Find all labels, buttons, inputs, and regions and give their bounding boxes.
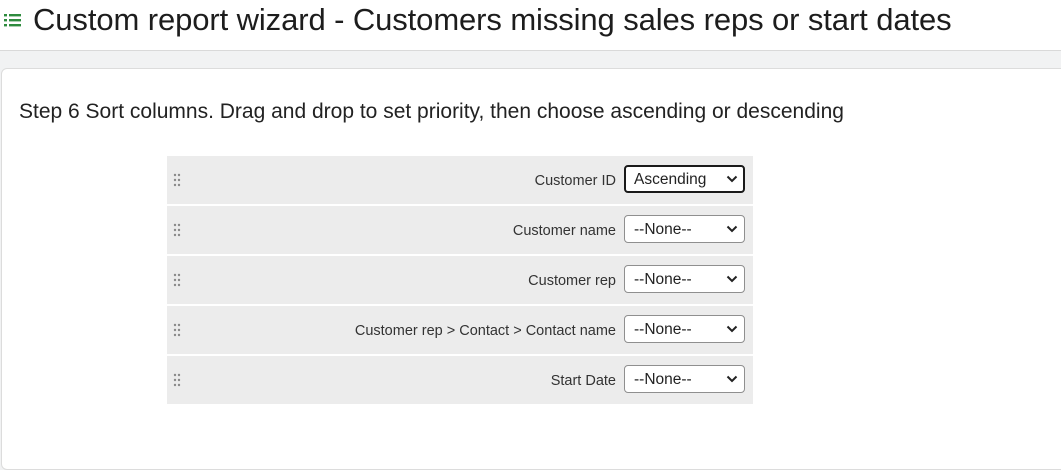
sort-direction-select[interactable]: --None-- — [624, 215, 745, 243]
sort-direction-select[interactable]: --None-- — [624, 365, 745, 393]
chevron-down-icon — [726, 175, 738, 183]
sort-row-label: Customer ID — [534, 173, 616, 189]
select-value: --None-- — [634, 321, 692, 338]
list-icon — [4, 14, 21, 27]
sort-row-start-date[interactable]: Start Date --None-- — [167, 356, 753, 404]
sort-row-customer-name[interactable]: Customer name --None-- — [167, 206, 753, 254]
sort-direction-select[interactable]: Ascending — [624, 165, 745, 193]
chevron-down-icon — [726, 325, 738, 333]
select-value: --None-- — [634, 371, 692, 388]
sort-row-contact-name[interactable]: Customer rep > Contact > Contact name --… — [167, 306, 753, 354]
page-title: Custom report wizard - Customers missing… — [33, 2, 952, 37]
drag-handle-icon[interactable] — [173, 373, 181, 387]
select-value: --None-- — [634, 221, 692, 238]
drag-handle-icon[interactable] — [173, 323, 181, 337]
sort-row-label: Customer rep > Contact > Contact name — [354, 323, 616, 339]
select-value: --None-- — [634, 271, 692, 288]
sort-row-label: Customer name — [512, 223, 616, 239]
drag-handle-icon[interactable] — [173, 173, 181, 187]
sort-column-list: Customer ID Ascending Customer name --No… — [167, 156, 753, 406]
drag-handle-icon[interactable] — [173, 273, 181, 287]
sort-direction-select[interactable]: --None-- — [624, 265, 745, 293]
chevron-down-icon — [726, 375, 738, 383]
sort-row-customer-rep[interactable]: Customer rep --None-- — [167, 256, 753, 304]
step-title: Step 6 Sort columns. Drag and drop to se… — [19, 100, 844, 123]
sort-row-label: Customer rep — [528, 273, 616, 289]
chevron-down-icon — [726, 275, 738, 283]
drag-handle-icon[interactable] — [173, 223, 181, 237]
select-value: Ascending — [634, 171, 707, 188]
sort-direction-select[interactable]: --None-- — [624, 315, 745, 343]
chevron-down-icon — [726, 225, 738, 233]
page-header: Custom report wizard - Customers missing… — [0, 0, 1061, 51]
sort-row-customer-id[interactable]: Customer ID Ascending — [167, 156, 753, 204]
sort-row-label: Start Date — [550, 373, 616, 389]
